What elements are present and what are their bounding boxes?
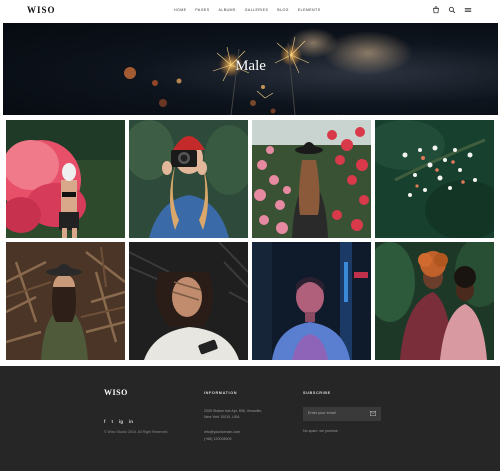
gallery-item[interactable] [252, 242, 371, 360]
spam-note: No spam, we promise. [303, 429, 339, 433]
contact-phone: (+68) 120034509 [204, 437, 232, 441]
nav-item-galleries[interactable]: GALLERIES [245, 8, 269, 12]
subscribe-form [303, 407, 381, 421]
gallery-item[interactable] [6, 242, 125, 360]
twitter-icon[interactable]: t [112, 419, 114, 424]
woman-lying-palm-shadow-photo [129, 242, 248, 360]
footer-logo[interactable]: WISO [104, 388, 128, 397]
hero-banner: Male [3, 23, 498, 115]
contact-email[interactable]: info@yourdomain.com [204, 429, 240, 435]
address-line-2: New York 10010, USA [204, 415, 240, 419]
nav-item-pages[interactable]: PAGES [195, 8, 209, 12]
facebook-icon[interactable]: f [104, 419, 106, 424]
woman-red-beanie-camera-photo [129, 120, 248, 238]
main-nav: HOME PAGES ALBUMS GALLERIES BLOG ELEMENT… [174, 8, 320, 12]
envelope-icon[interactable] [370, 411, 376, 416]
woman-black-hat-roses-photo [252, 120, 371, 238]
information-heading: INFORMATION [204, 391, 238, 395]
photo-gallery [6, 120, 494, 360]
nav-item-albums[interactable]: ALBUMS [219, 8, 236, 12]
nav-item-home[interactable]: HOME [174, 8, 186, 12]
gallery-item[interactable] [252, 120, 371, 238]
gallery-item[interactable] [6, 120, 125, 238]
copyright-text: © Wiso Studio 2016. All Right Reserved. [104, 430, 169, 434]
subscribe-email-input[interactable] [308, 411, 368, 415]
header-icons [432, 6, 472, 14]
subscribe-heading: SUBSCRIBE [303, 391, 331, 395]
woman-hat-branches-photo [6, 242, 125, 360]
menu-icon[interactable] [464, 6, 472, 14]
page-title: Male [235, 58, 266, 74]
nav-item-blog[interactable]: BLOG [277, 8, 289, 12]
site-header: WISO HOME PAGES ALBUMS GALLERIES BLOG EL… [0, 0, 500, 22]
gallery-item[interactable] [129, 120, 248, 238]
nav-item-elements[interactable]: ELEMENTS [298, 8, 321, 12]
linkedin-icon[interactable]: in [129, 419, 133, 424]
gallery-item[interactable] [129, 242, 248, 360]
gallery-item[interactable] [375, 120, 494, 238]
site-footer: WISO f t ig in © Wiso Studio 2016. All R… [0, 366, 500, 471]
flowers-dark-green-photo [375, 120, 494, 238]
man-neon-light-photo [252, 242, 371, 360]
search-icon[interactable] [448, 6, 456, 14]
instagram-icon[interactable]: ig [119, 419, 123, 424]
masked-woman-pink-smoke-photo [6, 120, 125, 238]
cart-icon[interactable] [432, 6, 440, 14]
couple-curly-hair-photo [375, 242, 494, 360]
gallery-item[interactable] [375, 242, 494, 360]
social-links: f t ig in [104, 419, 133, 424]
site-logo[interactable]: WISO [27, 5, 56, 15]
